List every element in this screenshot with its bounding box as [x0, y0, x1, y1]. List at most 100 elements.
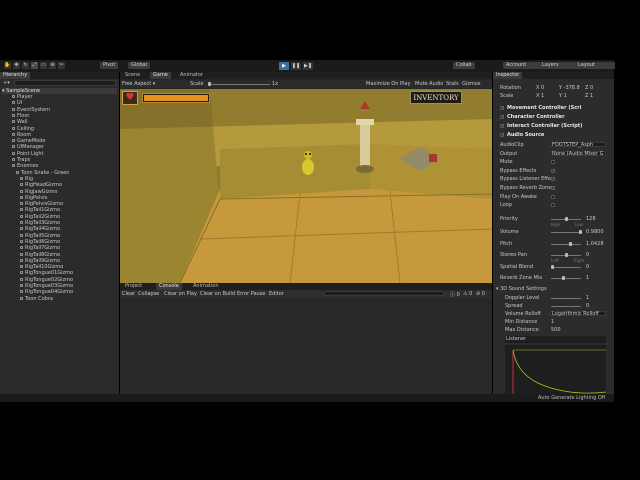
hierarchy-item[interactable]: RigTongue02Gizmo — [20, 277, 130, 283]
audio-clip-field[interactable]: FOOTSTEP_Asph — [550, 142, 606, 148]
custom-tool-icon[interactable]: ✂ — [58, 62, 65, 69]
console-search-input[interactable] — [324, 291, 444, 296]
component-header[interactable]: Character Controller — [500, 114, 610, 120]
doppler-value[interactable]: 1 — [586, 295, 589, 301]
hierarchy-item[interactable]: RigTail3Gizmo — [20, 220, 130, 226]
audio-option-checkbox[interactable] — [551, 203, 555, 208]
hierarchy-item[interactable]: Player — [12, 94, 122, 100]
rotation-z[interactable]: Z 0 — [585, 85, 593, 91]
hierarchy-item[interactable]: RigTongue01Gizmo — [20, 270, 130, 276]
console-error-count[interactable]: ⊘ 0 — [476, 291, 485, 297]
console-clear-on-play-button[interactable]: Clear on Play — [164, 291, 197, 297]
hierarchy-item[interactable]: Rig — [20, 176, 130, 182]
component-enabled-checkbox[interactable] — [500, 123, 504, 128]
rotation-x[interactable]: X 0 — [536, 85, 544, 91]
hierarchy-item[interactable]: RigTail4Gizmo — [20, 226, 130, 232]
console-warning-count[interactable]: ⚠ 0 — [463, 291, 472, 297]
hierarchy-item[interactable]: RigTail10Gizmo — [20, 264, 130, 270]
volume-slider[interactable] — [551, 232, 581, 233]
rotate-tool-icon[interactable]: ↻ — [22, 62, 29, 69]
pause-button[interactable]: ❚❚ — [291, 62, 301, 70]
reverb-slider[interactable] — [551, 278, 581, 279]
audio-option-checkbox[interactable] — [551, 194, 555, 199]
console-error-pause-button[interactable]: Error Pause — [237, 291, 265, 297]
priority-knob[interactable] — [565, 217, 568, 221]
add-object-button[interactable]: +▾ — [3, 80, 11, 86]
hierarchy-item[interactable]: Toon Cobra — [20, 296, 130, 302]
scale-tool-icon[interactable]: ⤢ — [31, 62, 38, 69]
account-dropdown[interactable]: Account — [503, 62, 541, 69]
layers-dropdown[interactable]: Layers — [539, 62, 577, 69]
hierarchy-item[interactable]: RigTail1Gizmo — [20, 207, 130, 213]
hierarchy-item[interactable]: RigPelvisGizmo — [20, 201, 130, 207]
tab-inspector[interactable]: Inspector — [493, 72, 523, 79]
spread-value[interactable]: 0 — [586, 303, 589, 309]
component-enabled-checkbox[interactable] — [500, 132, 504, 137]
min-distance-value[interactable]: 1 — [551, 319, 554, 325]
output-field[interactable]: None (Audio Mixer G — [550, 150, 606, 156]
hierarchy-item[interactable]: Enemies — [12, 163, 122, 169]
global-button[interactable]: Global — [128, 62, 150, 69]
console-info-count[interactable]: ⓘ 0 — [450, 291, 460, 298]
hierarchy-item[interactable]: Toon Snake - Green — [16, 170, 126, 176]
play-button[interactable]: ▶ — [279, 62, 289, 70]
component-enabled-checkbox[interactable] — [500, 105, 504, 110]
maximize-on-play-toggle[interactable]: Maximize On Play — [366, 81, 410, 87]
hierarchy-item[interactable]: RigTail8Gizmo — [20, 252, 130, 258]
pitch-value[interactable]: 1.0428 — [586, 241, 604, 247]
inventory-button[interactable]: INVENTORY — [410, 91, 462, 104]
priority-value[interactable]: 128 — [586, 216, 596, 222]
stereo-pan-value[interactable]: 0 — [586, 252, 589, 258]
component-header[interactable]: Audio Source — [500, 132, 610, 138]
step-button[interactable]: ▶❚ — [303, 62, 313, 70]
stats-toggle[interactable]: Stats — [446, 81, 459, 87]
reverb-knob[interactable] — [562, 276, 565, 280]
layout-dropdown[interactable]: Layout — [575, 62, 615, 69]
hierarchy-item[interactable]: UIManager — [12, 144, 122, 150]
audio-option-checkbox[interactable] — [551, 186, 555, 190]
hierarchy-item[interactable]: RigTongue04Gizmo — [20, 289, 130, 295]
spatial-blend-value[interactable]: 0 — [586, 264, 589, 270]
spatial-blend-knob[interactable] — [551, 265, 554, 269]
doppler-slider[interactable] — [551, 298, 581, 299]
hierarchy-item[interactable]: UI — [12, 100, 122, 106]
tab-project[interactable]: Project — [122, 283, 145, 290]
aspect-dropdown[interactable]: Free Aspect ▾ — [122, 81, 155, 87]
gizmos-dropdown[interactable]: Gizmos — [462, 81, 480, 87]
game-viewport[interactable]: ♥ INVENTORY — [120, 89, 492, 283]
hierarchy-item[interactable]: RigTongue03Gizmo — [20, 283, 130, 289]
console-editor-dropdown[interactable]: Editor — [269, 291, 284, 297]
pitch-slider[interactable] — [551, 244, 581, 245]
hierarchy-item[interactable]: Wall — [12, 119, 122, 125]
hierarchy-item[interactable]: Point Light — [12, 151, 122, 157]
component-header[interactable]: Interact Controller (Script) — [500, 123, 610, 129]
rotation-y[interactable]: Y -378.8 — [559, 85, 580, 91]
pivot-button[interactable]: Pivot — [100, 62, 119, 69]
volume-value[interactable]: 0.9800 — [586, 229, 604, 235]
console-clear-button[interactable]: Clear — [122, 291, 135, 297]
audio-option-checkbox[interactable] — [551, 177, 555, 182]
hierarchy-item[interactable]: RigTail5Gizmo — [20, 233, 130, 239]
console-collapse-button[interactable]: Collapse — [138, 291, 159, 297]
spatial-blend-slider[interactable] — [551, 267, 581, 268]
max-distance-value[interactable]: 500 — [551, 327, 561, 333]
tab-console[interactable]: Console — [156, 283, 182, 290]
hierarchy-item[interactable]: Ceiling — [12, 126, 122, 132]
component-header[interactable]: Movement Controller (Scri — [500, 105, 610, 111]
hierarchy-item[interactable]: RigTail7Gizmo — [20, 245, 130, 251]
collab-button[interactable]: Collab — [453, 62, 475, 69]
tab-animator[interactable]: Animator — [177, 72, 206, 79]
hierarchy-item[interactable]: Floor — [12, 113, 122, 119]
scale-z[interactable]: Z 1 — [585, 93, 593, 99]
hierarchy-item[interactable]: RigJawGizmo — [20, 189, 130, 195]
volume-rolloff-dropdown[interactable]: Logarithmic Rolloff — [550, 311, 606, 317]
rect-tool-icon[interactable]: ▭ — [40, 62, 47, 69]
hierarchy-item[interactable]: RigTail6Gizmo — [20, 239, 130, 245]
tab-hierarchy[interactable]: Hierarchy — [0, 72, 31, 79]
hand-tool-icon[interactable]: ✋ — [4, 62, 11, 69]
hierarchy-item[interactable]: EventSystem — [12, 107, 122, 113]
mute-audio-toggle[interactable]: Mute Audio — [415, 81, 443, 87]
hierarchy-item[interactable]: GameMode — [12, 138, 122, 144]
scale-slider-track[interactable] — [210, 84, 270, 85]
hierarchy-item[interactable]: Room — [12, 132, 122, 138]
